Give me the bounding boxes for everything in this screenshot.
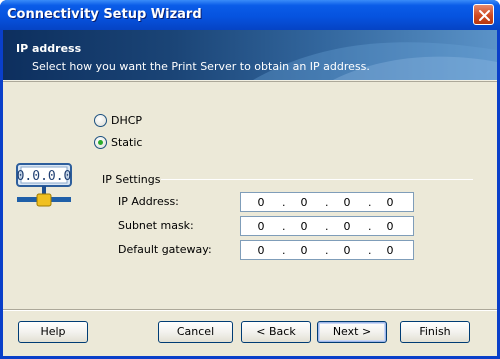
next-button[interactable]: Next > bbox=[317, 321, 387, 343]
header-divider bbox=[3, 80, 497, 82]
ip-address-input[interactable]: 0 . 0 . 0 . 0 bbox=[240, 192, 414, 212]
octet-separator: . bbox=[325, 196, 329, 209]
help-button[interactable]: Help bbox=[18, 321, 88, 343]
ip-address-label: IP Address: bbox=[118, 195, 179, 208]
subnet-mask-octet-4[interactable]: 0 bbox=[375, 220, 405, 233]
close-icon bbox=[479, 10, 490, 21]
static-radio-button[interactable] bbox=[94, 136, 107, 149]
wizard-window: Connectivity Setup Wizard IP address Sel… bbox=[0, 0, 500, 359]
octet-separator: . bbox=[325, 244, 329, 257]
default-gateway-octet-1[interactable]: 0 bbox=[246, 244, 276, 257]
ip-address-octet-2[interactable]: 0 bbox=[289, 196, 319, 209]
close-button[interactable] bbox=[473, 4, 494, 25]
window-title: Connectivity Setup Wizard bbox=[7, 7, 202, 22]
dhcp-radio[interactable]: DHCP bbox=[94, 114, 142, 127]
octet-separator: . bbox=[368, 196, 372, 209]
subnet-mask-input[interactable]: 0 . 0 . 0 . 0 bbox=[240, 216, 414, 236]
dhcp-radio-label: DHCP bbox=[111, 114, 143, 127]
octet-separator: . bbox=[368, 244, 372, 257]
ip-settings-group-label: IP Settings bbox=[102, 173, 161, 186]
page-subtitle: Select how you want the Print Server to … bbox=[32, 60, 370, 73]
static-radio[interactable]: Static bbox=[94, 136, 142, 149]
title-bar[interactable]: Connectivity Setup Wizard bbox=[0, 0, 500, 30]
ip-address-octet-3[interactable]: 0 bbox=[332, 196, 362, 209]
ip-address-octet-1[interactable]: 0 bbox=[246, 196, 276, 209]
wizard-header: IP address Select how you want the Print… bbox=[3, 30, 497, 80]
finish-button[interactable]: Finish bbox=[400, 321, 470, 343]
dhcp-radio-button[interactable] bbox=[94, 114, 107, 127]
page-title: IP address bbox=[16, 42, 82, 55]
wizard-body: IP address Select how you want the Print… bbox=[3, 30, 497, 356]
default-gateway-input[interactable]: 0 . 0 . 0 . 0 bbox=[240, 240, 414, 260]
footer-divider bbox=[3, 309, 497, 311]
octet-separator: . bbox=[282, 220, 286, 233]
subnet-mask-octet-3[interactable]: 0 bbox=[332, 220, 362, 233]
back-button[interactable]: < Back bbox=[241, 321, 311, 343]
static-radio-label: Static bbox=[111, 136, 143, 149]
network-ip-icon: 0.0.0.0 bbox=[16, 163, 74, 216]
network-ip-icon-text: 0.0.0.0 bbox=[17, 169, 72, 184]
cancel-button[interactable]: Cancel bbox=[158, 321, 233, 343]
ip-address-octet-4[interactable]: 0 bbox=[375, 196, 405, 209]
octet-separator: . bbox=[325, 220, 329, 233]
octet-separator: . bbox=[282, 244, 286, 257]
octet-separator: . bbox=[282, 196, 286, 209]
subnet-mask-octet-1[interactable]: 0 bbox=[246, 220, 276, 233]
default-gateway-octet-3[interactable]: 0 bbox=[332, 244, 362, 257]
default-gateway-octet-4[interactable]: 0 bbox=[375, 244, 405, 257]
ip-settings-divider bbox=[161, 179, 473, 180]
octet-separator: . bbox=[368, 220, 372, 233]
default-gateway-label: Default gateway: bbox=[118, 243, 212, 256]
subnet-mask-label: Subnet mask: bbox=[118, 219, 194, 232]
subnet-mask-octet-2[interactable]: 0 bbox=[289, 220, 319, 233]
default-gateway-octet-2[interactable]: 0 bbox=[289, 244, 319, 257]
